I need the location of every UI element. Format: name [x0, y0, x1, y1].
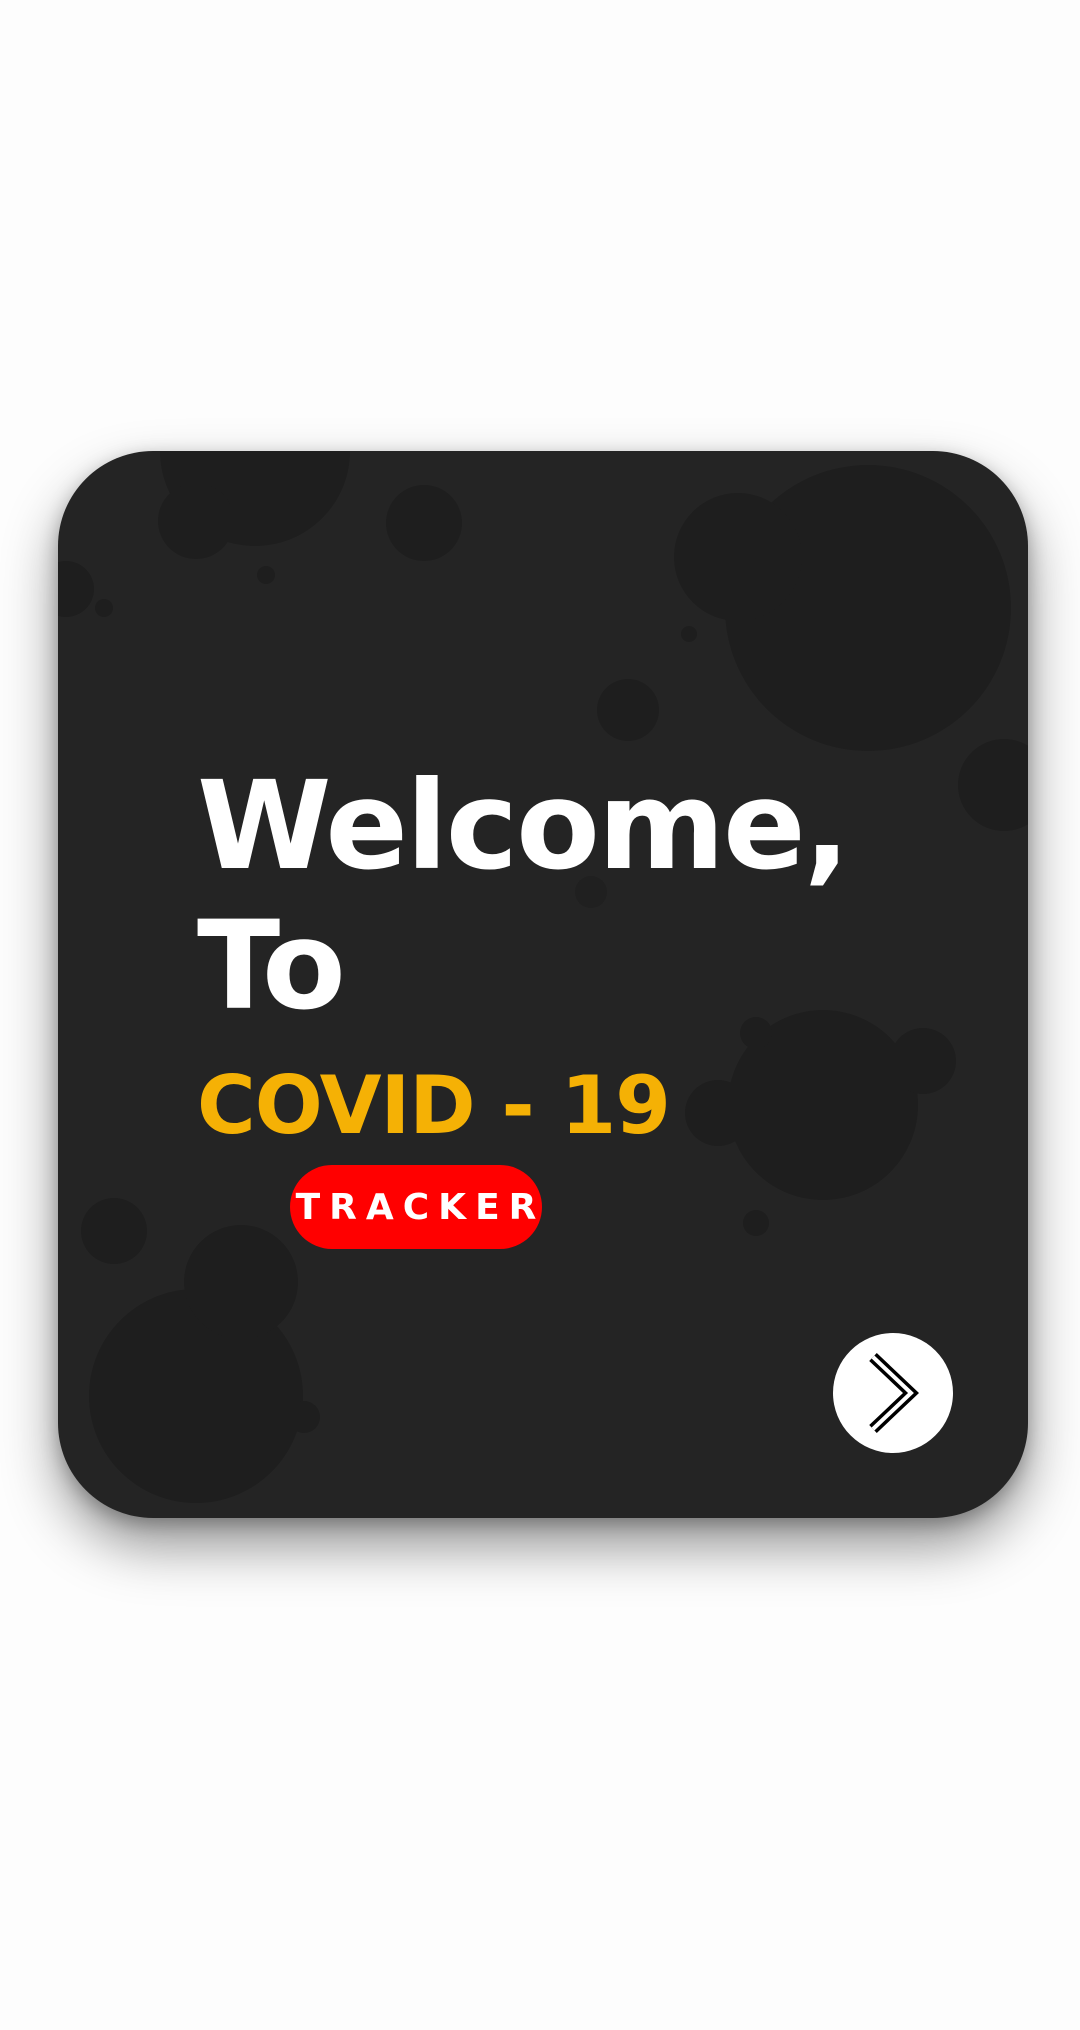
welcome-heading-line1: Welcome,	[197, 755, 850, 897]
tracker-badge-label: TRACKER	[295, 1186, 546, 1228]
welcome-heading-line2: To	[197, 895, 346, 1037]
next-button[interactable]	[833, 1333, 953, 1453]
welcome-card: Welcome, To COVID - 19 TRACKER	[58, 451, 1028, 1518]
tracker-badge: TRACKER	[290, 1165, 542, 1249]
chevron-right-icon	[869, 1353, 919, 1433]
covid-title: COVID - 19	[197, 1059, 671, 1152]
